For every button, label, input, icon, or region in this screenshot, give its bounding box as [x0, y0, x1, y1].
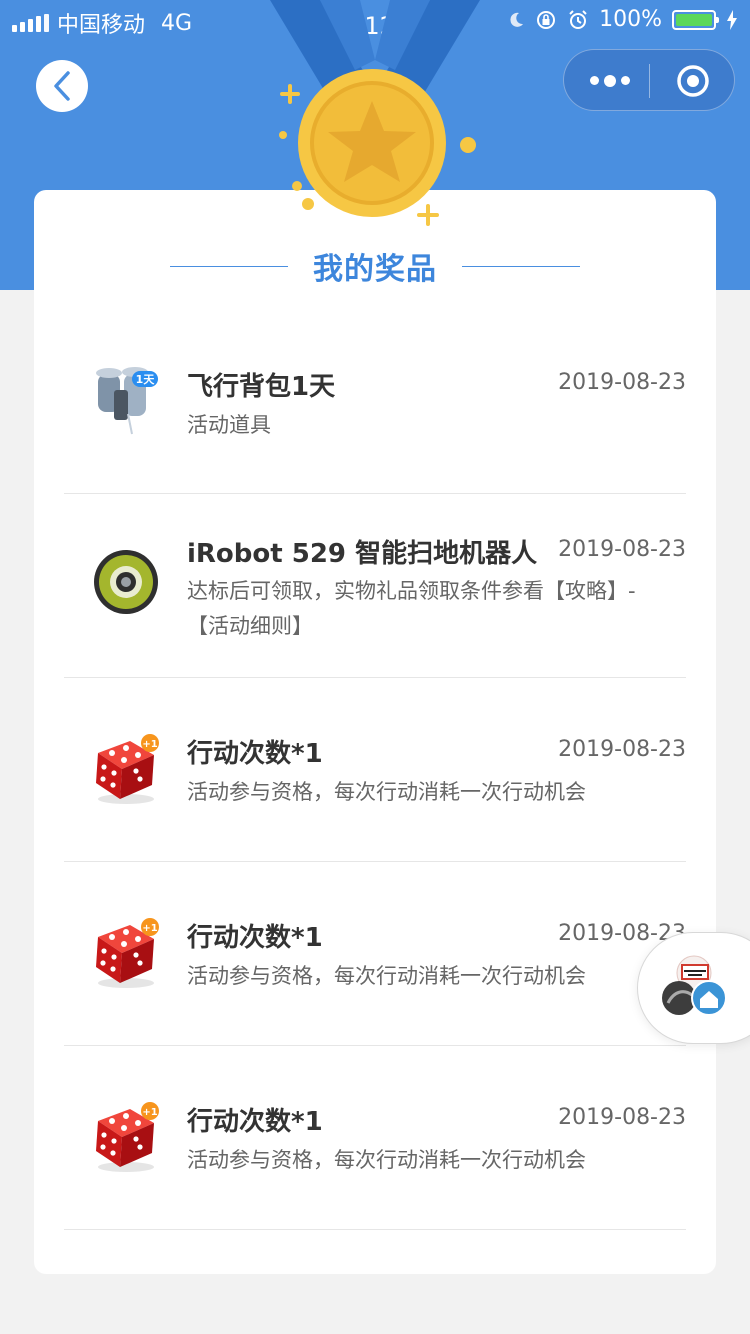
prize-name: 行动次数*1 — [187, 923, 323, 953]
prize-item[interactable]: +1 行动次数*1 2019-08-23 活动参与资格，每次行动消耗一次行动机会 — [64, 677, 686, 862]
prize-description: 达标后可领取，实物礼品领取条件参看【攻略】-【活动细则】 — [187, 579, 636, 638]
prize-date: 2019-08-23 — [558, 370, 686, 395]
prize-badge: 1天 — [136, 373, 156, 386]
prize-name: iRobot 529 智能扫地机器人 — [187, 539, 538, 569]
prize-item[interactable]: 1天 飞行背包1天 2019-08-23 活动道具 — [64, 308, 686, 494]
prize-name: 飞行背包1天 — [187, 372, 336, 402]
prize-item[interactable]: +1 行动次数*1 2019-08-23 活动参与资格，每次行动消耗一次行动机会 — [64, 861, 686, 1046]
prize-item[interactable]: iRobot 529 智能扫地机器人 2019-08-23 达标后可领取，实物礼… — [64, 493, 686, 678]
prize-date: 2019-08-23 — [558, 737, 686, 762]
dice-icon: +1 — [96, 918, 159, 988]
prize-description: 活动参与资格，每次行动消耗一次行动机会 — [187, 780, 586, 804]
close-miniprogram-icon[interactable] — [676, 64, 710, 98]
capsule-divider — [649, 64, 650, 98]
more-options-button[interactable] — [590, 74, 630, 87]
battery-percent: 100% — [599, 7, 662, 32]
alarm-icon — [569, 9, 587, 29]
robot-vacuum-icon — [94, 550, 158, 614]
charging-icon — [727, 9, 737, 30]
battery-icon — [672, 9, 719, 30]
page-title: 我的奖品 — [313, 252, 437, 287]
prize-date: 2019-08-23 — [558, 1105, 686, 1130]
prize-description: 活动道具 — [187, 413, 271, 437]
miniprogram-capsule — [563, 49, 735, 111]
rotation-lock-icon — [537, 10, 556, 29]
avatar-stack-icon — [662, 955, 727, 1016]
prize-description: 活动参与资格，每次行动消耗一次行动机会 — [187, 964, 586, 988]
prize-item[interactable]: +1 行动次数*1 2019-08-23 活动参与资格，每次行动消耗一次行动机会 — [64, 1045, 686, 1230]
dice-icon: +1 — [96, 1102, 159, 1172]
prize-badge: +1 — [142, 739, 157, 750]
back-button[interactable] — [36, 60, 88, 112]
prize-name: 行动次数*1 — [187, 739, 323, 769]
title-divider-right — [462, 266, 580, 267]
chevron-left-icon — [54, 71, 70, 101]
jetpack-icon: 1天 — [96, 367, 158, 435]
moon-icon — [510, 12, 524, 27]
dice-icon: +1 — [96, 734, 159, 804]
prize-badge: +1 — [142, 923, 157, 934]
card-title-section: 我的奖品 — [34, 244, 716, 290]
prize-name: 行动次数*1 — [187, 1107, 323, 1137]
floating-avatars-button[interactable] — [637, 932, 750, 1044]
prize-date: 2019-08-23 — [558, 537, 686, 562]
prize-badge: +1 — [142, 1107, 157, 1118]
prize-description: 活动参与资格，每次行动消耗一次行动机会 — [187, 1148, 586, 1172]
medal-icon — [270, 0, 480, 226]
